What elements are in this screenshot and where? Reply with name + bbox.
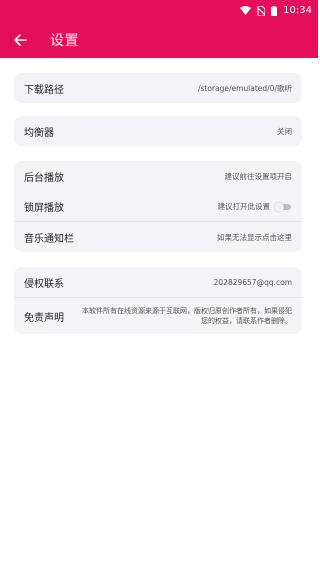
equalizer-row[interactable]: 均衡器 关闭 <box>14 116 302 146</box>
lockscreen-play-row[interactable]: 锁屏播放 建议打开此设置 <box>14 191 302 221</box>
music-notification-row[interactable]: 音乐通知栏 如果无法显示点击这里 <box>14 222 302 252</box>
background-play-label: 后台播放 <box>24 172 64 184</box>
battery-icon <box>271 5 278 16</box>
music-notification-value: 如果无法显示点击这里 <box>217 232 292 242</box>
lockscreen-toggle[interactable] <box>274 201 292 212</box>
download-path-value: /storage/emulated/0/歌听 <box>197 83 292 93</box>
settings-content: 下载路径 /storage/emulated/0/歌听 均衡器 关闭 后台播放 … <box>0 58 318 566</box>
playback-card: 后台播放 建议前往设置项开启 锁屏播放 建议打开此设置 音乐通知栏 如果无法显示… <box>14 161 302 252</box>
no-sim-icon <box>257 5 266 16</box>
back-button[interactable] <box>10 30 30 50</box>
equalizer-label: 均衡器 <box>24 127 54 139</box>
equalizer-card: 均衡器 关闭 <box>14 116 302 146</box>
equalizer-value: 关闭 <box>277 126 292 136</box>
lockscreen-play-value: 建议打开此设置 <box>217 201 271 211</box>
contact-value: 202829657@qq.com <box>213 277 292 287</box>
background-play-row[interactable]: 后台播放 建议前往设置项开启 <box>14 161 302 191</box>
about-card: 侵权联系 202829657@qq.com 免责声明 本软件所有在线资源来源于互… <box>14 267 302 334</box>
lockscreen-play-label: 锁屏播放 <box>24 202 64 214</box>
music-notification-label: 音乐通知栏 <box>24 233 74 245</box>
disclaimer-label: 免责声明 <box>24 312 64 324</box>
download-path-label: 下载路径 <box>24 84 64 96</box>
contact-label: 侵权联系 <box>24 278 64 290</box>
wifi-icon <box>240 6 252 15</box>
disclaimer-row[interactable]: 免责声明 本软件所有在线资源来源于互联网，版权归原创作者所有，如果侵犯您的权益，… <box>14 298 302 334</box>
status-bar: 10:34 <box>0 0 318 21</box>
page-title: 设置 <box>50 32 79 49</box>
download-path-row[interactable]: 下载路径 /storage/emulated/0/歌听 <box>14 73 302 103</box>
contact-row[interactable]: 侵权联系 202829657@qq.com <box>14 267 302 297</box>
status-time: 10:34 <box>283 5 312 16</box>
arrow-left-icon <box>14 33 27 46</box>
app-bar: 设置 <box>0 21 318 58</box>
background-play-value: 建议前往设置项开启 <box>224 171 293 181</box>
download-card: 下载路径 /storage/emulated/0/歌听 <box>14 73 302 103</box>
disclaimer-value: 本软件所有在线资源来源于互联网，版权归原创作者所有，如果侵犯您的权益，请联系作者… <box>82 307 292 325</box>
